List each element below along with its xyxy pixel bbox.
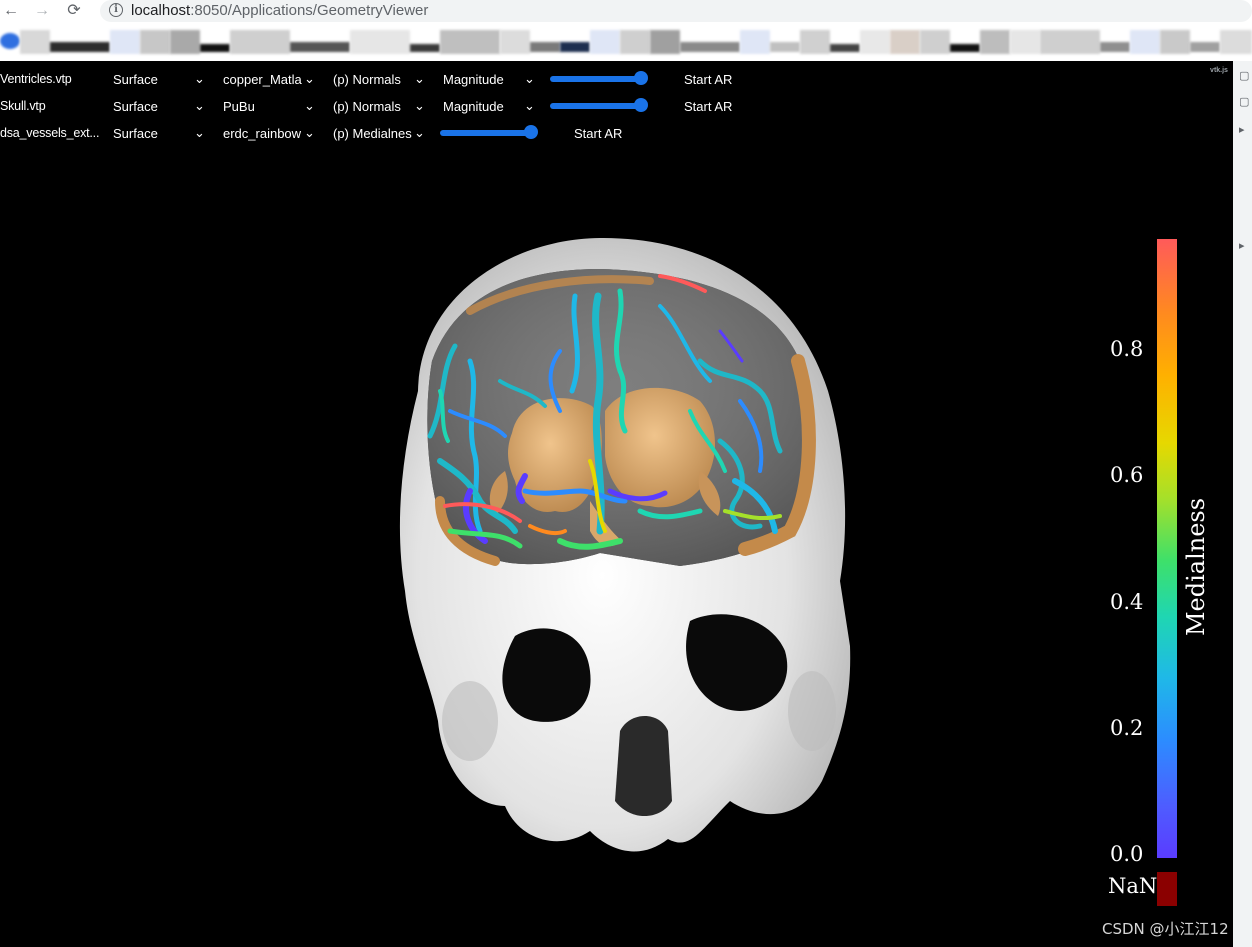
representation-select[interactable]: Surface (113, 126, 193, 141)
start-ar-button[interactable]: Start AR (684, 72, 732, 87)
back-arrow-icon[interactable]: ← (1, 1, 21, 21)
file-row-vessels: dsa_vessels_ext... Surface ⌄ erdc_rainbo… (0, 123, 760, 145)
chevron-down-icon[interactable]: ⌄ (194, 126, 205, 140)
url-host: localhost (131, 2, 191, 19)
chevron-down-icon[interactable]: ⌄ (304, 126, 315, 140)
colorbar-nan-label: NaN (1108, 874, 1158, 898)
url-path: :8050/Applications/GeometryViewer (190, 2, 429, 19)
chevron-down-icon[interactable]: ⌄ (304, 99, 315, 113)
opacity-slider-track[interactable] (550, 76, 646, 82)
color-array-select[interactable]: (p) Normals (333, 99, 413, 114)
colorbar-tick-label: 0.6 (1110, 463, 1144, 487)
colorbar-gradient (1157, 239, 1177, 858)
colorbar-title-text: Medialness (1182, 497, 1210, 637)
site-info-icon[interactable]: i (109, 3, 123, 17)
chevron-down-icon[interactable]: ⌄ (414, 126, 425, 140)
expand-arrow-icon[interactable]: ▸ (1239, 239, 1245, 252)
file-controls: Ventricles.vtp Surface ⌄ copper_Matla ⌄ … (0, 61, 760, 151)
chevron-down-icon[interactable]: ⌄ (414, 72, 425, 86)
opacity-slider-track[interactable] (550, 103, 646, 109)
opacity-slider-track[interactable] (440, 130, 536, 136)
colorbar-tick-label: 0.8 (1110, 337, 1144, 361)
chevron-down-icon[interactable]: ⌄ (194, 72, 205, 86)
chevron-down-icon[interactable]: ⌄ (304, 72, 315, 86)
file-name-label: Skull.vtp (0, 99, 46, 113)
colorbar-tick-label: 0.4 (1110, 590, 1144, 614)
geometry-viewer[interactable]: Ventricles.vtp Surface ⌄ copper_Matla ⌄ … (0, 61, 1233, 947)
file-name-label: dsa_vessels_ext... (0, 126, 100, 140)
opacity-slider-thumb[interactable] (524, 125, 538, 139)
watermark-text: CSDN @小江江12 (1102, 920, 1229, 938)
file-row-skull: Skull.vtp Surface ⌄ PuBu ⌄ (p) Normals ⌄… (0, 96, 760, 118)
browser-toolbar: ← → ⟳ i localhost:8050/Applications/Geom… (0, 0, 1252, 24)
color-array-select[interactable]: (p) Medialnes (333, 126, 413, 141)
reload-icon[interactable]: ⟳ (64, 1, 84, 21)
chevron-down-icon[interactable]: ⌄ (524, 99, 535, 113)
component-select[interactable]: Magnitude (443, 72, 523, 87)
color-array-select[interactable]: (p) Normals (333, 72, 413, 87)
vtk-logo: vtk.js (1210, 67, 1228, 74)
colormap-select[interactable]: PuBu (223, 99, 303, 114)
chevron-down-icon[interactable]: ⌄ (414, 99, 425, 113)
panel-icon[interactable]: ▢ (1239, 95, 1249, 108)
expand-arrow-icon[interactable]: ▸ (1239, 123, 1245, 136)
start-ar-button[interactable]: Start AR (574, 126, 622, 141)
opacity-slider-thumb[interactable] (634, 71, 648, 85)
representation-select[interactable]: Surface (113, 99, 193, 114)
colormap-select[interactable]: erdc_rainbow (223, 126, 303, 141)
file-row-ventricles: Ventricles.vtp Surface ⌄ copper_Matla ⌄ … (0, 69, 760, 91)
url-text[interactable]: localhost:8050/Applications/GeometryView… (131, 2, 428, 19)
representation-select[interactable]: Surface (113, 72, 193, 87)
chevron-down-icon[interactable]: ⌄ (524, 72, 535, 86)
forward-arrow-icon[interactable]: → (32, 1, 52, 21)
bookmarks-bar-blurred (0, 24, 1252, 61)
browser-side-panel: ▢ ▢ ▸ ▸ (1233, 61, 1252, 947)
chevron-down-icon[interactable]: ⌄ (194, 99, 205, 113)
colormap-select[interactable]: copper_Matla (223, 72, 303, 87)
colorbar-nan-swatch (1157, 872, 1177, 906)
colorbar-tick-label: 0.0 (1110, 842, 1144, 866)
opacity-slider-thumb[interactable] (634, 98, 648, 112)
skull-model (399, 237, 851, 852)
colorbar-tick-label: 0.2 (1110, 716, 1144, 740)
panel-icon[interactable]: ▢ (1239, 69, 1249, 82)
component-select[interactable]: Magnitude (443, 99, 523, 114)
render-canvas[interactable] (0, 61, 1233, 947)
file-name-label: Ventricles.vtp (0, 72, 72, 86)
address-bar[interactable]: i localhost:8050/Applications/GeometryVi… (100, 0, 1252, 22)
start-ar-button[interactable]: Start AR (684, 99, 732, 114)
